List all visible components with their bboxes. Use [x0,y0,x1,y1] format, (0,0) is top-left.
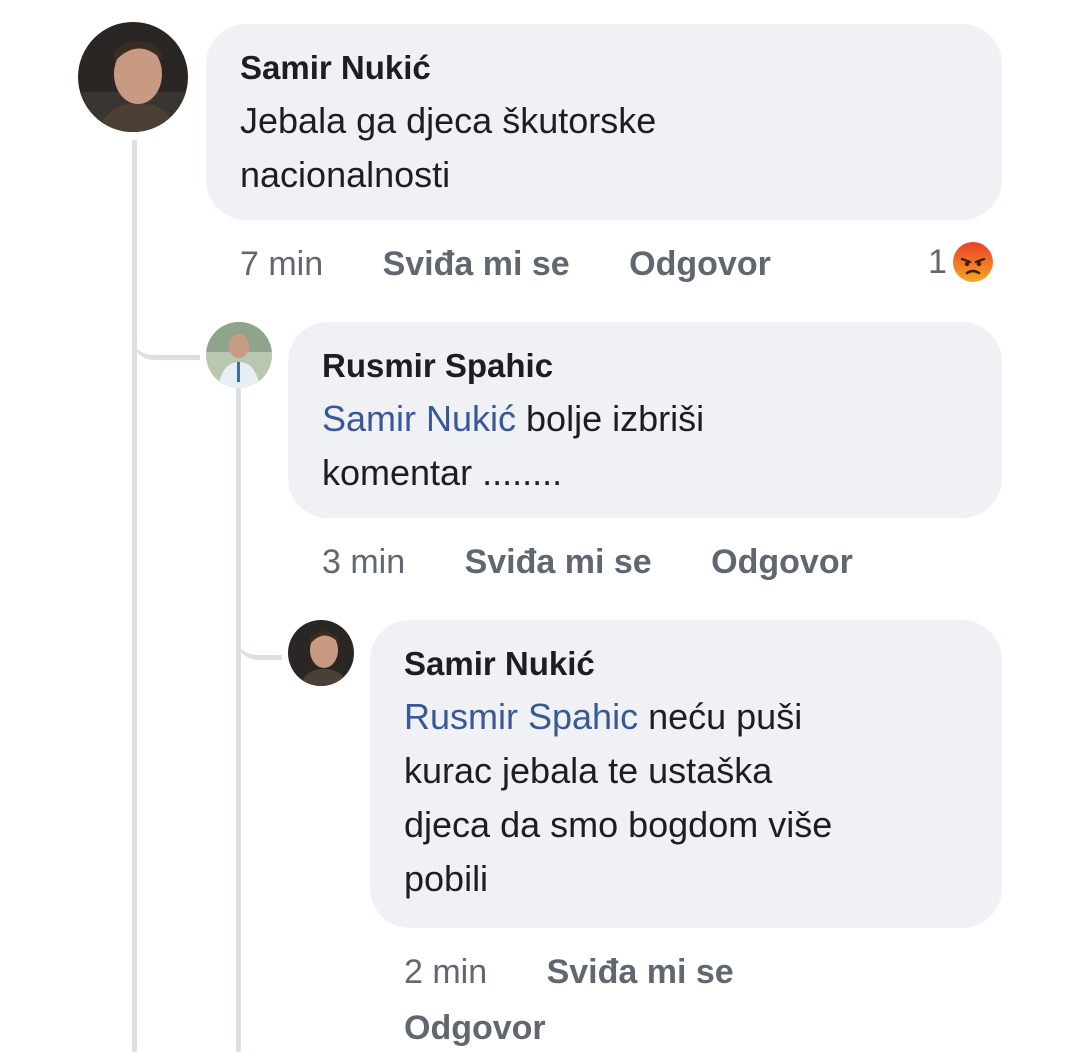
angry-face-icon [951,240,995,284]
thread-connector [236,600,282,660]
comment-text-line: Rusmir Spahic neću puši [404,690,968,744]
comment-text-line: djeca da smo bogdom više [404,804,833,845]
avatar[interactable] [288,620,354,686]
reaction-count: 1 [928,243,947,281]
comment-text-line: pobili [404,858,489,899]
comment-meta: Odgovor [404,1008,546,1048]
comment-text-line: komentar ........ [322,452,563,493]
comment-text-line: nacionalnosti [240,154,451,195]
comment-text-line: kurac jebala te ustaška [404,750,773,791]
reply-button[interactable]: Odgovor [711,543,853,581]
comment-meta: 2 min Sviđa mi se [404,952,734,992]
reaction-summary[interactable]: 1 [928,240,995,284]
thread-connector [132,300,200,360]
comment-bubble: Rusmir Spahic Samir Nukić bolje izbriši … [288,322,1002,518]
comment-text-line: Jebala ga djeca škutorske [240,100,657,141]
reply-button[interactable]: Odgovor [629,245,771,283]
like-button[interactable]: Sviđa mi se [547,953,734,991]
comment-author[interactable]: Rusmir Spahic [322,346,968,386]
avatar[interactable] [78,22,188,132]
comment-time[interactable]: 7 min [240,245,323,283]
comment-author[interactable]: Samir Nukić [404,644,968,684]
thread-line-main [132,140,137,1052]
thread-line-nested [236,388,241,1052]
avatar[interactable] [206,322,272,388]
like-button[interactable]: Sviđa mi se [465,543,652,581]
comment-text: bolje izbriši [516,398,705,439]
comment-meta: 3 min Sviđa mi se Odgovor [322,542,853,582]
mention-link[interactable]: Rusmir Spahic [404,696,638,737]
comment-bubble: Samir Nukić Jebala ga djeca škutorske na… [206,24,1002,220]
mention-link[interactable]: Samir Nukić [322,398,516,439]
like-button[interactable]: Sviđa mi se [383,245,570,283]
comment-text: neću puši [638,696,803,737]
comment-time[interactable]: 2 min [404,953,487,991]
reply-button[interactable]: Odgovor [404,1009,546,1047]
comment-meta: 7 min Sviđa mi se Odgovor [240,244,771,284]
comment-author[interactable]: Samir Nukić [240,48,968,88]
comment-bubble: Samir Nukić Rusmir Spahic neću puši kura… [370,620,1002,928]
comment-text-line: Samir Nukić bolje izbriši [322,392,968,446]
comment-time[interactable]: 3 min [322,543,405,581]
